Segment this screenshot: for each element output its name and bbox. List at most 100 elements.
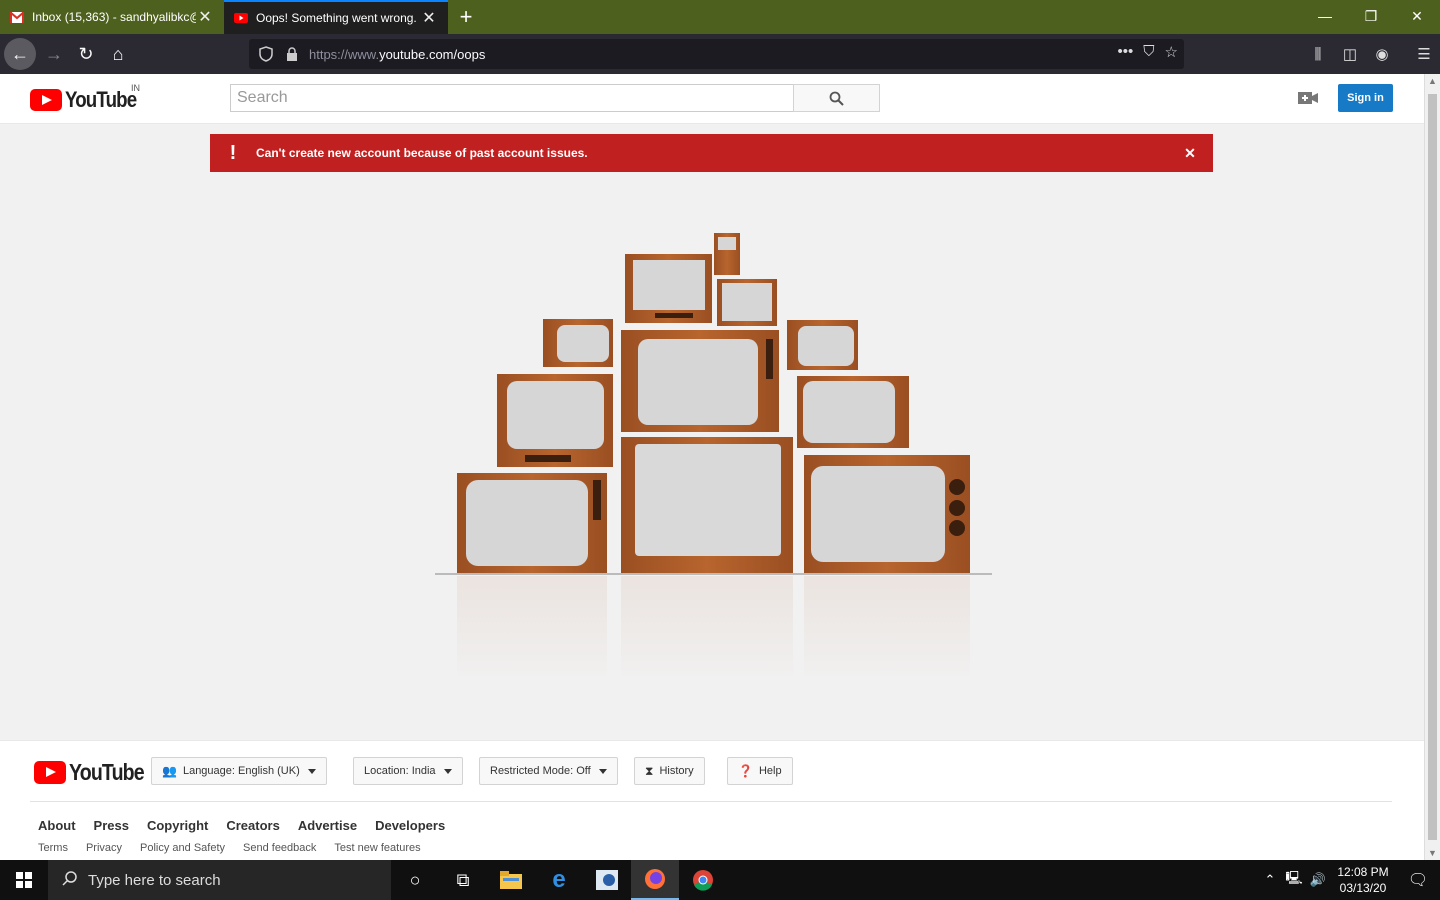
windows-start-button[interactable] <box>0 860 48 900</box>
clock-time: 12:08 PM <box>1337 865 1389 879</box>
close-window-icon[interactable]: ✕ <box>1394 0 1440 32</box>
taskbar-search-box[interactable]: Type here to search <box>48 860 391 900</box>
page-actions-icon[interactable]: ••• <box>1118 43 1134 61</box>
footer-link-test-features[interactable]: Test new features <box>334 842 420 854</box>
language-icon: 👥 <box>162 764 177 778</box>
location-button[interactable]: Location: India <box>353 757 463 785</box>
footer-link-creators[interactable]: Creators <box>226 818 279 833</box>
volume-icon[interactable]: 🔊 <box>1306 872 1330 888</box>
file-explorer-icon[interactable] <box>487 860 535 900</box>
pocket-icon[interactable]: ⛉ <box>1143 43 1154 61</box>
help-button[interactable]: ❓ Help <box>727 757 793 785</box>
account-icon[interactable]: ◉ <box>1366 38 1398 70</box>
broken-tvs-illustration <box>430 233 1000 684</box>
task-view-icon[interactable]: ⧉ <box>439 860 487 900</box>
history-label: History <box>659 765 694 777</box>
lock-icon[interactable] <box>286 47 298 61</box>
edge-icon[interactable]: e <box>535 860 583 900</box>
minimize-icon[interactable]: — <box>1302 0 1348 32</box>
reload-button[interactable]: ↻ <box>70 38 102 70</box>
scroll-up-icon[interactable]: ▲ <box>1428 76 1437 86</box>
url-domain: youtube.com/oops <box>379 46 486 62</box>
footer-secondary-links: Terms Privacy Policy and Safety Send fee… <box>38 842 421 854</box>
browser-nav-bar: ← → ↻ ⌂ https://www. youtube.com/oops •••… <box>0 34 1440 74</box>
photos-app-icon[interactable] <box>583 860 631 900</box>
footer-link-policy-safety[interactable]: Policy and Safety <box>140 842 225 854</box>
alert-message: Can't create new account because of past… <box>256 146 588 160</box>
main-content: ! Can't create new account because of pa… <box>0 124 1424 740</box>
library-icon[interactable]: ⫼ <box>1302 38 1334 70</box>
youtube-icon <box>234 11 248 25</box>
address-bar[interactable]: https://www. youtube.com/oops ••• ⛉ ☆ <box>249 39 1184 69</box>
upload-video-icon[interactable] <box>1298 91 1318 105</box>
footer-link-send-feedback[interactable]: Send feedback <box>243 842 316 854</box>
tab-title: Inbox (15,363) - sandhyalibkc@ <box>32 10 196 24</box>
firefox-icon[interactable] <box>631 860 679 900</box>
footer-divider <box>30 801 1392 802</box>
action-center-icon[interactable]: 🗨 <box>1396 870 1440 890</box>
country-code: IN <box>131 83 140 93</box>
new-tab-button[interactable]: + <box>448 0 484 34</box>
sign-in-button[interactable]: Sign in <box>1338 84 1393 112</box>
location-label: Location: India <box>364 765 436 777</box>
youtube-logo[interactable]: YouTube IN <box>30 83 149 113</box>
logo-text: YouTube <box>65 87 137 112</box>
footer-link-terms[interactable]: Terms <box>38 842 68 854</box>
footer-link-copyright[interactable]: Copyright <box>147 818 208 833</box>
close-alert-icon[interactable]: ✕ <box>1167 145 1213 162</box>
footer-link-privacy[interactable]: Privacy <box>86 842 122 854</box>
youtube-footer: YouTube 👥 Language: English (UK) Locatio… <box>0 740 1424 860</box>
youtube-play-icon <box>30 89 62 111</box>
tracking-shield-icon[interactable] <box>259 46 273 62</box>
search-input[interactable]: Search <box>230 84 794 112</box>
tab-title: Oops! Something went wrong. <box>256 11 417 25</box>
window-controls: — ❐ ✕ <box>1302 0 1440 32</box>
help-icon: ❓ <box>738 764 753 778</box>
restore-icon[interactable]: ❐ <box>1348 0 1394 32</box>
url-prefix: https://www. <box>309 46 380 62</box>
chevron-down-icon <box>307 768 316 774</box>
youtube-play-icon <box>34 761 66 784</box>
close-tab-icon[interactable]: ✕ <box>196 7 214 27</box>
home-button[interactable]: ⌂ <box>102 38 134 70</box>
tab-youtube-oops[interactable]: Oops! Something went wrong. ✕ <box>224 0 448 34</box>
language-label: Language: English (UK) <box>182 765 300 777</box>
network-icon[interactable]: 🖳 <box>1282 869 1306 891</box>
search-button[interactable] <box>793 84 880 112</box>
footer-link-advertise[interactable]: Advertise <box>298 818 357 833</box>
forward-button[interactable]: → <box>38 38 70 70</box>
sidebar-icon[interactable]: ◫ <box>1334 38 1366 70</box>
chevron-down-icon <box>443 768 452 774</box>
help-label: Help <box>758 765 782 777</box>
footer-link-developers[interactable]: Developers <box>375 818 445 833</box>
footer-logo-text: YouTube <box>69 759 145 785</box>
show-hidden-icons-icon[interactable]: ⌃ <box>1258 872 1282 888</box>
taskbar-clock[interactable]: 12:08 PM 03/13/20 <box>1330 864 1396 896</box>
back-button[interactable]: ← <box>4 38 36 70</box>
cortana-icon[interactable]: ○ <box>391 860 439 900</box>
chevron-down-icon <box>598 768 607 774</box>
footer-link-about[interactable]: About <box>38 818 76 833</box>
system-tray: ⌃ 🖳 🔊 12:08 PM 03/13/20 🗨 <box>1258 860 1440 900</box>
footer-youtube-logo[interactable]: YouTube <box>34 759 157 786</box>
gmail-icon <box>10 10 24 24</box>
windows-taskbar: Type here to search ○ ⧉ e ⌃ 🖳 🔊 12:08 PM… <box>0 860 1440 900</box>
history-button[interactable]: ⧗ History <box>634 757 705 785</box>
clock-date: 03/13/20 <box>1339 881 1387 895</box>
search-icon <box>829 91 844 106</box>
restricted-mode-button[interactable]: Restricted Mode: Off <box>479 757 618 785</box>
search-icon <box>62 870 78 890</box>
scrollbar-thumb[interactable] <box>1428 94 1437 840</box>
page-scrollbar[interactable]: ▲ ▼ <box>1424 74 1440 860</box>
tab-gmail-inbox[interactable]: Inbox (15,363) - sandhyalibkc@ ✕ <box>0 0 224 34</box>
menu-icon[interactable]: ☰ <box>1408 38 1440 70</box>
footer-link-press[interactable]: Press <box>94 818 129 833</box>
hourglass-icon: ⧗ <box>645 763 654 778</box>
scroll-down-icon[interactable]: ▼ <box>1428 848 1437 858</box>
close-tab-icon[interactable]: ✕ <box>420 8 438 28</box>
language-button[interactable]: 👥 Language: English (UK) <box>151 757 327 785</box>
bookmark-star-icon[interactable]: ☆ <box>1165 43 1178 61</box>
screen: Inbox (15,363) - sandhyalibkc@ ✕ Oops! S… <box>0 0 1440 900</box>
browser-tab-bar: Inbox (15,363) - sandhyalibkc@ ✕ Oops! S… <box>0 0 1440 34</box>
chrome-icon[interactable] <box>679 860 727 900</box>
